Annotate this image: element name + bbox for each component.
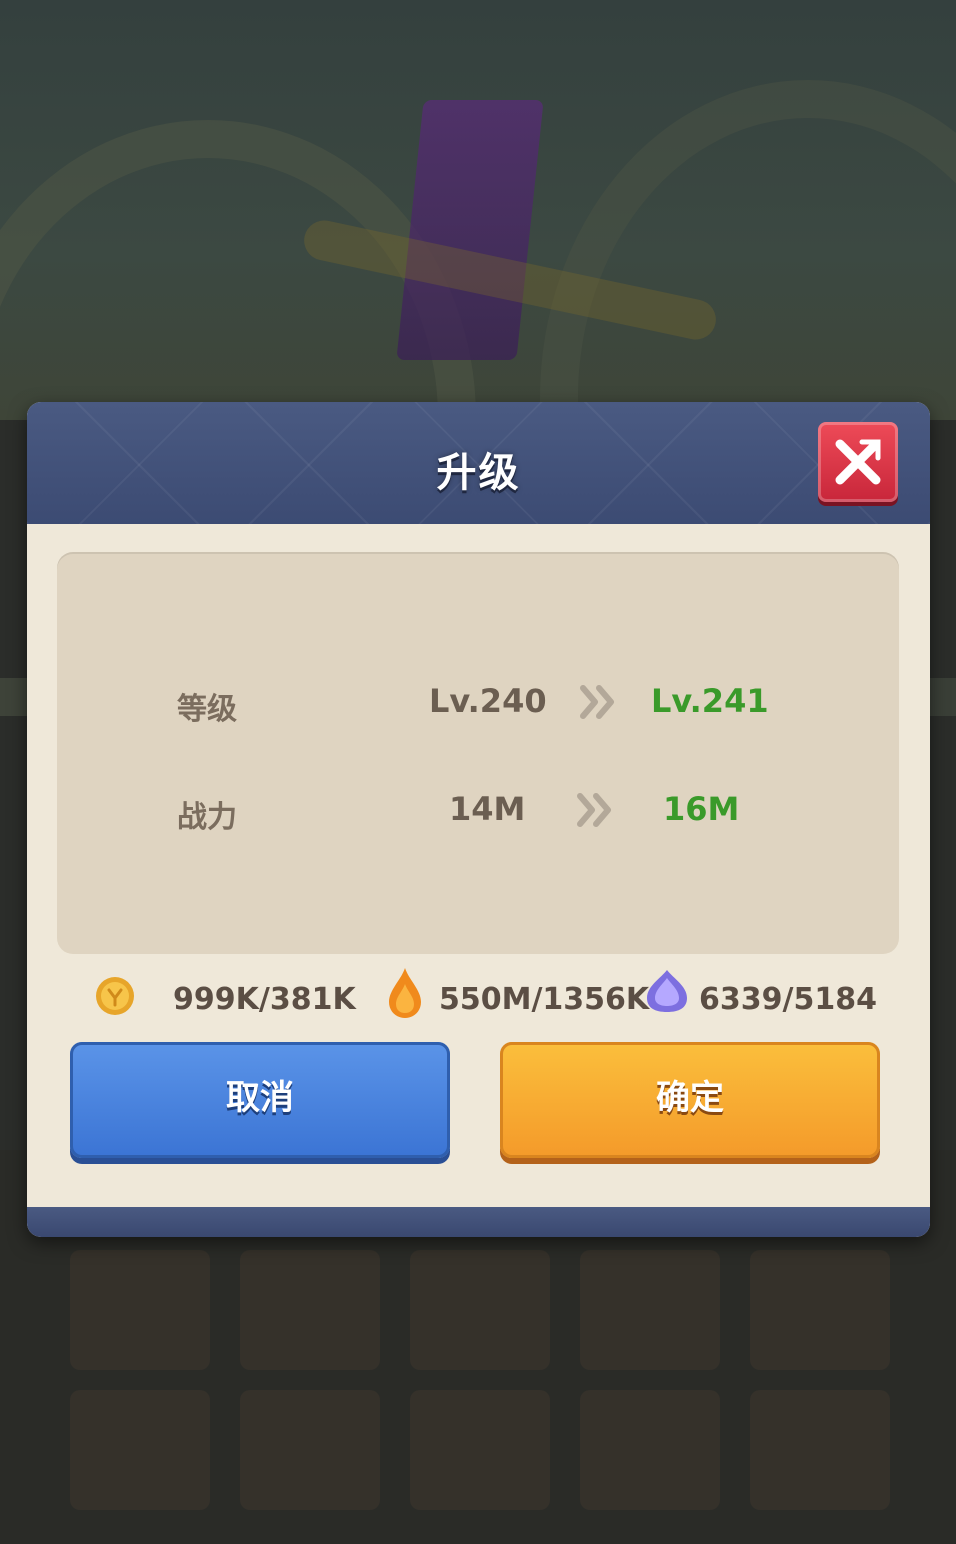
dialog-title: 升级 <box>436 450 521 496</box>
stats-panel: 等级 Lv.240 Lv.241 战力 14M 16M <box>57 552 899 954</box>
resource-crystal-value: 6339/5184 <box>699 982 877 1017</box>
stat-row-power: 战力 14M 16M <box>57 782 899 842</box>
hero-card <box>410 1250 550 1370</box>
stat-new-value: 16M <box>663 790 740 828</box>
dialog-header: 升级 <box>27 402 930 528</box>
dialog-footer <box>27 1207 930 1237</box>
resource-gold-value: 999K/381K <box>173 982 356 1017</box>
hero-card <box>240 1250 380 1370</box>
close-button[interactable] <box>818 422 898 502</box>
stat-row-level: 等级 Lv.240 Lv.241 <box>57 674 899 734</box>
hero-card <box>580 1250 720 1370</box>
hero-card <box>750 1250 890 1370</box>
stat-new-value: Lv.241 <box>651 682 769 720</box>
hero-card <box>240 1390 380 1510</box>
stat-label: 战力 <box>177 800 237 835</box>
resource-fire-value: 550M/1356K <box>439 982 650 1017</box>
hero-card <box>70 1390 210 1510</box>
dialog-body: 等级 Lv.240 Lv.241 战力 14M 16M 999K/381K 55… <box>27 524 930 1207</box>
fire-essence-icon <box>389 968 421 1018</box>
hero-card <box>750 1390 890 1510</box>
purple-crystal-icon <box>647 970 687 1012</box>
hero-card <box>580 1390 720 1510</box>
stat-label: 等级 <box>177 692 237 727</box>
gold-coin-icon <box>96 977 134 1015</box>
stat-old-value: Lv.240 <box>429 682 547 720</box>
resource-costs: 999K/381K 550M/1356K 6339/5184 <box>27 964 930 1034</box>
upgrade-dialog: 升级 等级 Lv.240 Lv.241 战力 14M 16M 999K/381K… <box>27 402 930 1237</box>
confirm-button[interactable]: 确定 <box>500 1042 880 1158</box>
close-x-icon <box>835 439 881 485</box>
hero-card <box>70 1250 210 1370</box>
double-chevron-right-icon <box>580 685 614 719</box>
cancel-button[interactable]: 取消 <box>70 1042 450 1158</box>
hero-card <box>410 1390 550 1510</box>
double-chevron-right-icon <box>577 793 611 827</box>
stat-old-value: 14M <box>449 790 526 828</box>
